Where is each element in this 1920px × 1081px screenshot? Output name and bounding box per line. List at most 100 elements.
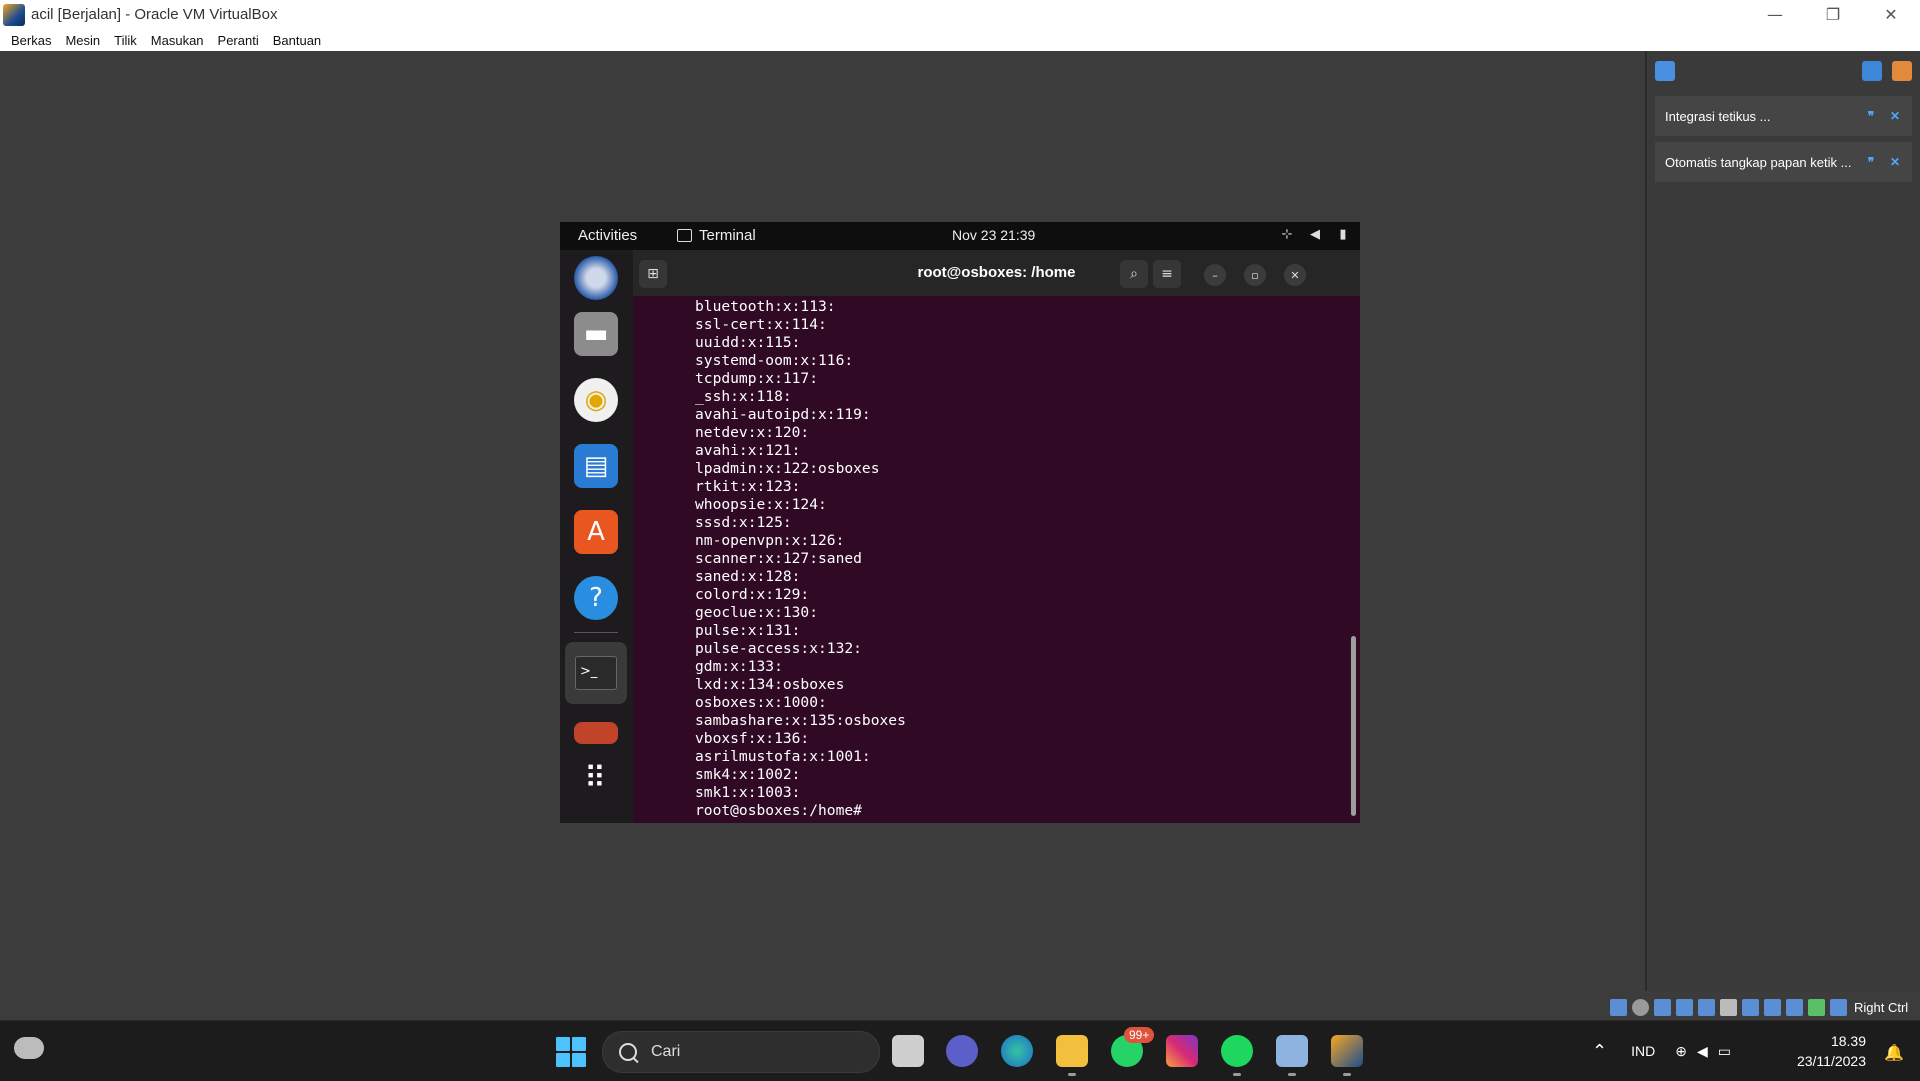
- menu-masukan[interactable]: Masukan: [151, 33, 204, 48]
- gnome-clock[interactable]: Nov 23 21:39: [952, 227, 1035, 243]
- app-menu[interactable]: Terminal: [677, 227, 756, 244]
- activities-button[interactable]: Activities: [578, 227, 637, 244]
- terminal-line: _ssh:x:118:: [695, 388, 792, 405]
- dismiss-icon[interactable]: ✕: [1888, 109, 1902, 123]
- menu-mesin[interactable]: Mesin: [65, 33, 100, 48]
- spotify-icon[interactable]: [1221, 1035, 1253, 1067]
- window-title: acil [Berjalan] - Oracle VM VirtualBox: [31, 6, 278, 23]
- dock-separator: [574, 632, 618, 633]
- file-explorer-icon[interactable]: [1056, 1035, 1088, 1067]
- terminal-line: pulse-access:x:132:: [695, 640, 862, 657]
- terminal-line: sssd:x:125:: [695, 514, 792, 531]
- optical-drive-icon[interactable]: [1632, 999, 1649, 1016]
- whatsapp-badge: 99+: [1124, 1027, 1155, 1043]
- language-indicator[interactable]: IND: [1631, 1043, 1655, 1059]
- guest-screen[interactable]: Activities Terminal Nov 23 21:39 ⊹ ◀ ▮ ▬…: [560, 222, 1360, 823]
- maximize-button[interactable]: ▫: [1244, 264, 1266, 286]
- menu-tilik[interactable]: Tilik: [114, 33, 137, 48]
- notification-text: Integrasi tetikus ...: [1665, 108, 1771, 124]
- battery-icon: ▮: [1339, 226, 1347, 241]
- minimize-button[interactable]: —: [1746, 0, 1804, 29]
- terminal-body[interactable]: bluetooth:x:113: ssl-cert:x:114: uuidd:x:1…: [633, 296, 1360, 823]
- vbox-titlebar: acil [Berjalan] - Oracle VM VirtualBox —…: [0, 0, 1920, 30]
- recording-icon[interactable]: [1764, 999, 1781, 1016]
- hard-disk-icon[interactable]: [1610, 999, 1627, 1016]
- thunderbird-icon[interactable]: [574, 256, 618, 300]
- cpu-icon[interactable]: [1786, 999, 1803, 1016]
- battery-icon[interactable]: ▭: [1718, 1043, 1731, 1060]
- menu-peranti[interactable]: Peranti: [218, 33, 259, 48]
- terminal-scrollbar[interactable]: [1351, 636, 1356, 816]
- running-indicator: [1233, 1073, 1241, 1076]
- terminal-output: bluetooth:x:113: ssl-cert:x:114: uuidd:x:1…: [695, 298, 906, 820]
- chevron-up-icon[interactable]: ⌃: [1592, 1041, 1607, 1062]
- menu-berkas[interactable]: Berkas: [11, 33, 51, 48]
- minimize-button[interactable]: –: [1204, 264, 1226, 286]
- weather-widget[interactable]: [14, 1037, 44, 1059]
- shared-folders-icon[interactable]: [1720, 999, 1737, 1016]
- pin-icon[interactable]: ❞: [1864, 155, 1878, 169]
- virtualbox-vm-icon[interactable]: [1331, 1035, 1363, 1067]
- volume-icon[interactable]: ◀: [1697, 1043, 1708, 1060]
- trash-icon[interactable]: [574, 722, 618, 744]
- help-icon[interactable]: ?: [574, 576, 618, 620]
- terminal-line: whoopsie:x:124:: [695, 496, 827, 513]
- terminal-line: vboxsf:x:136:: [695, 730, 810, 747]
- terminal-line: avahi:x:121:: [695, 442, 801, 459]
- show-apps-icon[interactable]: ⠿: [574, 756, 618, 800]
- virtualbox-manager-icon[interactable]: [1276, 1035, 1308, 1067]
- terminal-line: sambashare:x:135:osboxes: [695, 712, 906, 729]
- notification-center-icon[interactable]: [1655, 61, 1675, 81]
- close-button[interactable]: ✕: [1862, 0, 1920, 29]
- usb-icon[interactable]: [1698, 999, 1715, 1016]
- search-icon: [619, 1043, 637, 1061]
- notification-item[interactable]: Otomatis tangkap papan ketik ... ❞ ✕: [1655, 142, 1912, 182]
- rhythmbox-icon[interactable]: ◉: [574, 378, 618, 422]
- files-icon[interactable]: ▬: [574, 312, 618, 356]
- search-button[interactable]: ⌕: [1120, 260, 1148, 288]
- terminal-line: colord:x:129:: [695, 586, 810, 603]
- system-tray: ⌃ IND ⊕ ◀ ▭: [1592, 1021, 1731, 1081]
- network-icon[interactable]: [1676, 999, 1693, 1016]
- search-placeholder: Cari: [651, 1043, 681, 1060]
- menu-bantuan[interactable]: Bantuan: [273, 33, 321, 48]
- close-button[interactable]: ✕: [1284, 264, 1306, 286]
- sort-icon[interactable]: [1862, 61, 1882, 81]
- task-view-icon[interactable]: [892, 1035, 924, 1067]
- dismiss-icon[interactable]: ✕: [1888, 155, 1902, 169]
- gnome-top-bar: Activities Terminal Nov 23 21:39 ⊹ ◀ ▮: [560, 222, 1360, 250]
- terminal-line: ssl-cert:x:114:: [695, 316, 827, 333]
- terminal-dock-icon[interactable]: >_: [565, 642, 627, 704]
- keyboard-capture-icon[interactable]: [1830, 999, 1847, 1016]
- pin-icon[interactable]: ❞: [1864, 109, 1878, 123]
- instagram-icon[interactable]: [1166, 1035, 1198, 1067]
- edge-icon[interactable]: [1001, 1035, 1033, 1067]
- terminal-line: pulse:x:131:: [695, 622, 801, 639]
- windows-taskbar: Cari 99+ ⌃ IND ⊕ ◀ ▭ 18.39 23/11/2023 🔔: [0, 1020, 1920, 1081]
- window-controls: — ❐ ✕: [1746, 0, 1920, 29]
- network-icon[interactable]: ⊕: [1675, 1043, 1687, 1060]
- vbox-statusbar: Right Ctrl: [1610, 995, 1920, 1020]
- restore-button[interactable]: ❐: [1804, 0, 1862, 29]
- software-center-icon[interactable]: A: [574, 510, 618, 554]
- taskbar-search[interactable]: Cari: [602, 1031, 880, 1073]
- terminal-line: rtkit:x:123:: [695, 478, 801, 495]
- terminal-line: smk1:x:1003:: [695, 784, 801, 801]
- notification-bell-icon[interactable]: 🔔: [1884, 1043, 1904, 1062]
- teams-icon[interactable]: [946, 1035, 978, 1067]
- notification-item[interactable]: Integrasi tetikus ... ❞ ✕: [1655, 96, 1912, 136]
- mouse-integration-icon[interactable]: [1808, 999, 1825, 1016]
- writer-icon[interactable]: ▤: [574, 444, 618, 488]
- taskbar-clock[interactable]: 18.39 23/11/2023: [1797, 1031, 1866, 1071]
- start-button[interactable]: [556, 1037, 586, 1067]
- menu-button[interactable]: ≡: [1153, 260, 1181, 288]
- terminal-line: root@osboxes:/home#: [695, 802, 862, 819]
- clear-all-icon[interactable]: [1892, 61, 1912, 81]
- display-icon[interactable]: [1742, 999, 1759, 1016]
- system-menu[interactable]: ⊹ ◀ ▮: [1280, 226, 1350, 241]
- terminal-line: saned:x:128:: [695, 568, 801, 585]
- terminal-line: scanner:x:127:saned: [695, 550, 862, 567]
- audio-icon[interactable]: [1654, 999, 1671, 1016]
- terminal-line: smk4:x:1002:: [695, 766, 801, 783]
- terminal-line: systemd-oom:x:116:: [695, 352, 854, 369]
